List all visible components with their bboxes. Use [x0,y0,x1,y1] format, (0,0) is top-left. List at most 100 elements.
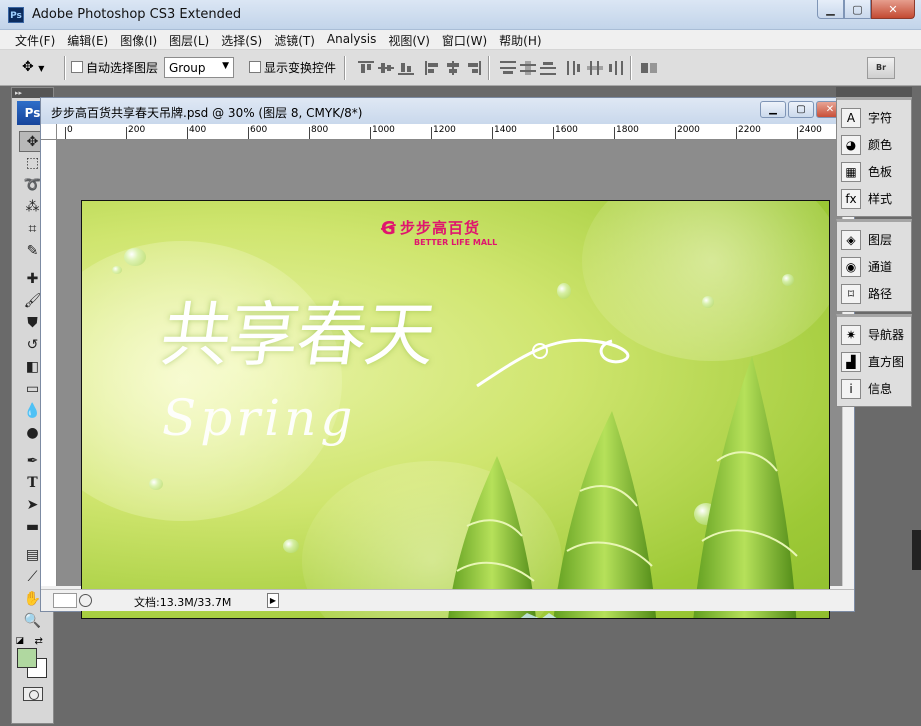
horizontal-ruler[interactable]: 0 200 400 600 800 1000 1200 1400 1600 1800 2000 220… [57,124,844,140]
panel-item[interactable]: ✷ 导航器 [837,321,911,348]
minimize-button[interactable]: ▁ [817,0,844,19]
menu-file[interactable]: 文件(F) [9,30,61,49]
foreground-color-swatch[interactable] [16,648,37,668]
ruler-tick-label: 2200 [738,125,761,135]
panel-item[interactable]: ⌑ 路径 [837,280,911,307]
menu-filter[interactable]: 滤镜(T) [268,30,321,49]
auto-select-label: 自动选择图层 [86,61,159,75]
move-tool-icon: ✥ [22,59,34,75]
menu-image[interactable]: 图像(I) [114,30,163,49]
doc-maximize-button[interactable]: ▢ [788,101,814,118]
panel-group: A 字符 ◕ 颜色 ▦ 色板 fx 样式 [836,97,912,217]
histogram-icon: ▟ [841,351,861,372]
panel-item-label: 颜色 [868,138,893,152]
swap-colors-icon[interactable]: ⇄ [35,636,43,647]
align-right-icon[interactable] [465,61,481,75]
ruler-tick [309,127,310,139]
close-button[interactable]: ✕ [871,0,915,19]
ruler-tick-label: 0 [67,125,73,135]
zoom-tool-icon[interactable]: 🔍 [19,611,47,632]
separator [630,56,632,80]
channels-icon: ◉ [841,256,861,277]
align-bottom-icon[interactable] [398,61,414,75]
align-vcenter-icon[interactable] [378,61,394,75]
menu-bar: 文件(F) 编辑(E) 图像(I) 图层(L) 选择(S) 滤镜(T) Anal… [0,30,921,50]
panel-item-label: 导航器 [868,328,905,342]
menu-window[interactable]: 窗口(W) [436,30,493,49]
menu-help[interactable]: 帮助(H) [493,30,547,49]
auto-align-layers-icon[interactable] [641,61,657,75]
ruler-origin[interactable] [41,124,57,140]
menu-view[interactable]: 视图(V) [382,30,436,49]
dock-edge-grip[interactable] [912,530,921,570]
paths-icon: ⌑ [841,283,861,304]
poster-image[interactable]: Ꞡ 步步高百货 BETTER LIFE MALL 共享春天 Spring [81,200,830,619]
align-left-icon[interactable] [425,61,441,75]
panel-group: ✷ 导航器 ▟ 直方图 i 信息 [836,314,912,407]
panel-item[interactable]: ◕ 颜色 [837,131,911,158]
distribute-right-icon[interactable] [607,61,623,75]
separator [488,56,490,80]
ruler-tick-label: 2400 [799,125,822,135]
panel-item[interactable]: i 信息 [837,375,911,402]
show-transform-checkbox[interactable] [249,61,261,73]
vertical-ruler[interactable] [41,140,57,586]
minimize-icon: ▁ [769,104,777,115]
ruler-tick [431,127,432,139]
panel-item-label: 图层 [868,233,893,247]
ruler-tick-label: 1000 [372,125,395,135]
align-hcenter-icon[interactable] [445,61,461,75]
ruler-tick-label: 1200 [433,125,456,135]
auto-select-checkbox[interactable] [71,61,83,73]
document-status-bar: 文档:13.3M/33.7M ▶ [41,589,854,611]
ruler-tick-label: 1800 [616,125,639,135]
doc-minimize-button[interactable]: ▁ [760,101,786,118]
menu-select[interactable]: 选择(S) [215,30,268,49]
window-title: Adobe Photoshop CS3 Extended [32,7,242,22]
auto-select-dropdown[interactable]: Group ▼ [164,57,234,78]
canvas-area[interactable]: Ꞡ 步步高百货 BETTER LIFE MALL 共享春天 Spring [57,140,844,619]
tool-preset-picker[interactable]: ✥ ▼ [22,59,58,77]
distribute-left-icon[interactable] [567,61,583,75]
chevron-down-icon: ▼ [38,64,45,73]
brand-name-zh: 步步高百货 [400,219,481,237]
menu-edit[interactable]: 编辑(E) [61,30,114,49]
ruler-tick-label: 800 [311,125,329,135]
document-size-status: 文档:13.3M/33.7M [134,596,232,609]
status-menu-arrow-icon[interactable]: ▶ [267,593,279,608]
panel-item[interactable]: fx 样式 [837,185,911,212]
distribute-vcenter-icon[interactable] [520,61,536,75]
maximize-button[interactable]: ▢ [844,0,871,19]
panel-item[interactable]: ◉ 通道 [837,253,911,280]
document-title: 步步高百货共享春天吊牌.psd @ 30% (图层 8, CMYK/8*) [51,106,363,120]
ruler-tick-label: 1400 [494,125,517,135]
quick-mask-icon[interactable] [22,687,43,701]
menu-layer[interactable]: 图层(L) [163,30,215,49]
panel-item[interactable]: ▦ 色板 [837,158,911,185]
panel-item[interactable]: ▟ 直方图 [837,348,911,375]
brand-mark-icon: Ꞡ [381,218,396,239]
bridge-button[interactable]: Br [867,57,895,79]
zoom-level-field[interactable] [53,593,77,608]
panel-item[interactable]: A 字符 [837,104,911,131]
distribute-top-icon[interactable] [500,61,516,75]
document-window-controls: ▁ ▢ ✕ [760,101,844,118]
document-titlebar[interactable]: 步步高百货共享春天吊牌.psd @ 30% (图层 8, CMYK/8*) ▁ … [41,98,854,124]
default-colors-icon[interactable]: ◪ [16,636,25,646]
panel-item[interactable]: ◈ 图层 [837,226,911,253]
window-controls: ▁ ▢ ✕ [817,0,915,19]
panel-item-label: 直方图 [868,355,905,369]
distribute-bottom-icon[interactable] [540,61,556,75]
swatches-icon: ▦ [841,161,861,182]
info-icon: i [841,378,861,399]
ruler-tick [126,127,127,139]
menu-analysis[interactable]: Analysis [321,30,382,49]
close-icon: ✕ [888,2,898,16]
auto-select-value: Group [169,61,206,75]
document-window: 步步高百货共享春天吊牌.psd @ 30% (图层 8, CMYK/8*) ▁ … [40,97,855,619]
panel-dock-collapse-handle[interactable] [836,87,912,97]
align-top-icon[interactable] [358,61,374,75]
panel-dock: A 字符 ◕ 颜色 ▦ 色板 fx 样式 ◈ 图层 ◉ 通道 ⌑ 路径 ✷ 导航器 ▟ 直方图 i 信息 [836,87,912,409]
distribute-hcenter-icon[interactable] [587,61,603,75]
ruler-tick [736,127,737,139]
